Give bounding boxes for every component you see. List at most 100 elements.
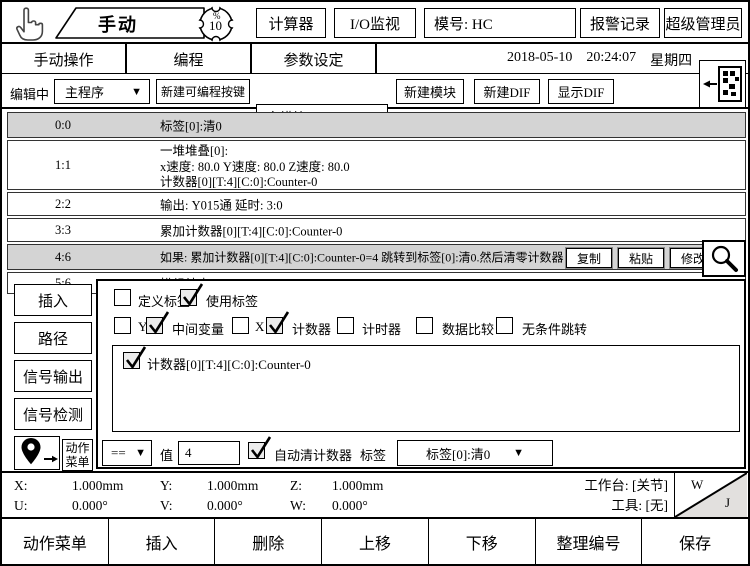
- timer-text: 计时器: [362, 319, 401, 338]
- alarm-record-button[interactable]: 报警记录: [580, 8, 660, 38]
- v-axis-value: 0.000°: [207, 498, 243, 514]
- define-label-checkbox[interactable]: [114, 289, 131, 306]
- path-button[interactable]: 路径: [14, 322, 92, 354]
- save-button[interactable]: 保存: [642, 519, 748, 564]
- z-axis-value: 1.000mm: [332, 478, 383, 494]
- show-dif-button[interactable]: 显示DIF: [548, 79, 614, 104]
- move-down-button[interactable]: 下移: [429, 519, 536, 564]
- insert-side-button[interactable]: 插入: [14, 284, 92, 316]
- counter-item-text: 计数器[0][T:4][C:0]:Counter-0: [147, 354, 311, 373]
- signal-output-button[interactable]: 信号输出: [14, 360, 92, 392]
- program-row[interactable]: 0:0 标签[0]:清0: [7, 112, 746, 138]
- value-input[interactable]: [178, 441, 240, 465]
- program-dropdown-value: 主程序: [65, 82, 104, 101]
- admin-button[interactable]: 超级管理员: [664, 8, 742, 38]
- top-bar: 手动 % 10 计算器 I/O监视 模号: HC 报警记录 超级管理员: [2, 2, 748, 44]
- u-axis-value: 0.000°: [72, 498, 108, 514]
- intermediate-var-checkbox[interactable]: [146, 317, 163, 334]
- new-module-button[interactable]: 新建模块: [396, 79, 464, 104]
- check-icon: [267, 310, 291, 337]
- check-icon: [181, 282, 205, 309]
- arrow-to-grid-icon: [702, 64, 744, 104]
- row-line: 一堆堆叠[0]:: [160, 144, 350, 160]
- editing-label: 编辑中: [10, 84, 49, 103]
- calculator-button[interactable]: 计算器: [256, 8, 326, 38]
- operator-value: ==: [111, 445, 126, 461]
- edit-toolbar: 编辑中 主程序 ▼ 新建可编程按键 主模块 ▼ 新建模块 新建DIF 显示DIF: [2, 75, 748, 109]
- worktable-status: 工作台: [关节]: [584, 476, 668, 496]
- counter-text: 计数器: [292, 319, 331, 338]
- coord-frame-toggle[interactable]: W J: [674, 473, 746, 517]
- tab-row: 手动操作 编程 参数设定 2018-05-10 20:24:07 星期四: [2, 44, 748, 74]
- new-dif-button[interactable]: 新建DIF: [474, 79, 540, 104]
- program-row[interactable]: 1:1 一堆堆叠[0]: x速度: 80.0 Y速度: 80.0 Z速度: 80…: [7, 140, 746, 190]
- label-dropdown[interactable]: 标签[0]:清0 ▼: [397, 440, 553, 466]
- row-line: 计数器[0][T:4][C:0]:Counter-0: [160, 175, 350, 191]
- signal-detect-button[interactable]: 信号检测: [14, 398, 92, 430]
- y-axis-label: Y:: [160, 478, 172, 494]
- worktable-tool-status: 工作台: [关节] 工具: [无]: [584, 476, 668, 516]
- insert-button[interactable]: 插入: [109, 519, 216, 564]
- delete-button[interactable]: 删除: [215, 519, 322, 564]
- w-axis-value: 0.000°: [332, 498, 368, 514]
- intermediate-var-text: 中间变量: [172, 319, 224, 338]
- value-label: 值: [160, 445, 173, 464]
- use-label-checkbox[interactable]: [180, 289, 197, 306]
- move-up-button[interactable]: 上移: [322, 519, 429, 564]
- row-text: 如果: 累加计数器[0][T:4][C:0]:Counter-0=4 跳转到标签…: [160, 249, 564, 266]
- row-text: 一堆堆叠[0]: x速度: 80.0 Y速度: 80.0 Z速度: 80.0 计…: [160, 144, 350, 191]
- program-row-selected[interactable]: 4:6 如果: 累加计数器[0][T:4][C:0]:Counter-0=4 跳…: [7, 244, 746, 270]
- speed-value: 10: [209, 18, 222, 34]
- paste-button[interactable]: 粘贴: [618, 248, 664, 268]
- data-compare-checkbox[interactable]: [416, 317, 433, 334]
- chevron-down-icon: ▼: [513, 447, 524, 459]
- timer-checkbox[interactable]: [337, 317, 354, 334]
- use-label-text: 使用标签: [206, 291, 258, 310]
- y-checkbox[interactable]: [114, 317, 131, 334]
- row-text: 标签[0]:清0: [160, 116, 222, 135]
- auto-clear-text: 自动清计数器: [274, 445, 352, 464]
- time-text: 20:24:07: [586, 50, 636, 70]
- z-axis-label: Z:: [290, 478, 302, 494]
- action-menu-side-button[interactable]: 动作菜单: [62, 439, 93, 471]
- coordinate-status-bar: X: 1.000mm Y: 1.000mm Z: 1.000mm U: 0.00…: [2, 471, 748, 517]
- zoom-button[interactable]: [702, 240, 746, 277]
- program-row[interactable]: 2:2 输出: Y015通 延时: 3:0: [7, 192, 746, 216]
- weekday-text: 星期四: [650, 50, 692, 70]
- operator-dropdown[interactable]: == ▼: [102, 440, 152, 466]
- renumber-button[interactable]: 整理编号: [536, 519, 643, 564]
- chevron-down-icon: ▼: [131, 86, 142, 98]
- new-programmable-key-button[interactable]: 新建可编程按键: [156, 79, 250, 104]
- program-row[interactable]: 3:3 累加计数器[0][T:4][C:0]:Counter-0: [7, 218, 746, 242]
- model-field[interactable]: 模号: HC: [424, 8, 576, 38]
- uncond-jump-checkbox[interactable]: [496, 317, 513, 334]
- frame-w-label: W: [691, 477, 703, 493]
- tab-manual-operation[interactable]: 手动操作: [2, 44, 127, 74]
- copy-button[interactable]: 复制: [566, 248, 612, 268]
- program-dropdown[interactable]: 主程序 ▼: [54, 79, 150, 104]
- counter-checkbox[interactable]: [266, 317, 283, 334]
- v-axis-label: V:: [160, 498, 173, 514]
- counter-item-checkbox[interactable]: [123, 352, 140, 369]
- position-pin-button[interactable]: [14, 436, 60, 470]
- action-menu-button[interactable]: 动作菜单: [2, 519, 109, 564]
- frame-j-label: J: [725, 495, 730, 511]
- datetime: 2018-05-10 20:24:07 星期四: [507, 50, 692, 70]
- x-checkbox[interactable]: [232, 317, 249, 334]
- dock-panel-button[interactable]: [699, 60, 746, 108]
- counter-select-box: 计数器[0][T:4][C:0]:Counter-0: [112, 345, 740, 432]
- machine-control-screen: 手动 % 10 计算器 I/O监视 模号: HC 报警记录 超级管理员 手动操作…: [0, 0, 750, 566]
- bottom-button-bar: 动作菜单 插入 删除 上移 下移 整理编号 保存: [2, 517, 748, 564]
- io-monitor-button[interactable]: I/O监视: [334, 8, 416, 38]
- location-pin-icon: [17, 437, 59, 467]
- tab-parameter-setting[interactable]: 参数设定: [252, 44, 377, 74]
- row-index: 1:1: [8, 141, 118, 189]
- w-axis-label: W:: [290, 498, 306, 514]
- step-edit-panel: 定义标签 使用标签 Y 中间变量 X 计数器 计时器 数据比较 无条件跳转 计数…: [96, 279, 746, 469]
- check-icon: [249, 435, 273, 462]
- auto-clear-checkbox[interactable]: [248, 442, 265, 459]
- tab-programming[interactable]: 编程: [127, 44, 252, 74]
- uncond-jump-text: 无条件跳转: [522, 319, 587, 338]
- label-dropdown-value: 标签[0]:清0: [426, 444, 490, 463]
- x-text: X: [255, 319, 264, 335]
